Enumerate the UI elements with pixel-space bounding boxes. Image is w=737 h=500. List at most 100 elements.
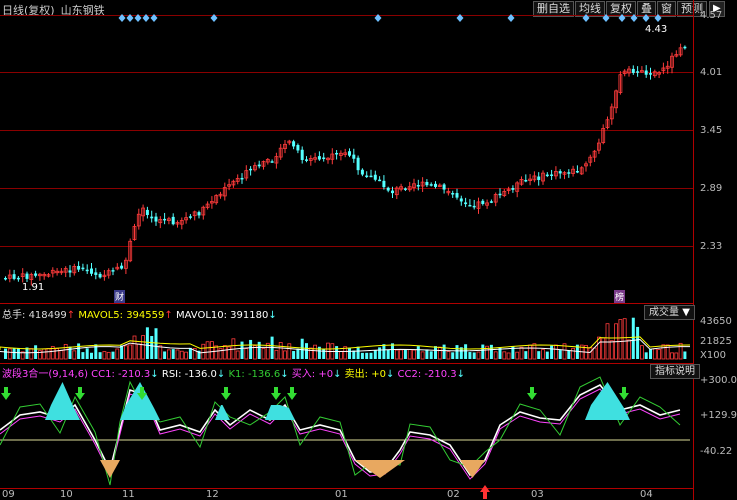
signal-diamond-icon xyxy=(456,14,464,22)
candle-body xyxy=(386,187,390,191)
candle-body xyxy=(567,172,571,174)
overbought-fill xyxy=(265,405,295,420)
axis-divider xyxy=(693,0,694,500)
volume-bar xyxy=(670,352,674,360)
date-label: 04 xyxy=(640,489,653,500)
volume-bar xyxy=(493,351,498,360)
volume-bar xyxy=(588,347,593,360)
candle-body xyxy=(300,149,304,160)
candle-body xyxy=(365,175,369,178)
candle-body xyxy=(81,267,85,270)
date-label: 11 xyxy=(122,489,135,500)
indicator-tick: +300.0 xyxy=(700,375,737,386)
candle-body xyxy=(631,68,635,73)
sell-signal-arrow-icon xyxy=(619,387,629,400)
price-chart xyxy=(0,14,691,499)
volume-bar xyxy=(322,348,326,359)
candle-body xyxy=(434,183,437,187)
volume-bar xyxy=(81,352,85,359)
candle-body xyxy=(249,168,253,171)
sell-signal-arrow-icon xyxy=(271,387,281,400)
up-arrow-icon: ↑ xyxy=(164,310,173,321)
volume-bar xyxy=(528,344,532,360)
volume-bar xyxy=(274,349,279,360)
ma5-label: MAVOL5: xyxy=(78,310,123,321)
price-tick: 4.01 xyxy=(700,67,723,78)
candle-body xyxy=(545,174,549,177)
volume-bar xyxy=(141,335,146,360)
candle-body xyxy=(575,171,579,173)
volume-bar xyxy=(674,352,679,360)
volume-bar xyxy=(305,343,308,359)
candle-body xyxy=(644,70,648,75)
candle-body xyxy=(120,265,124,269)
candle-body xyxy=(25,273,29,279)
candle-body xyxy=(335,152,339,155)
volume-bar xyxy=(128,344,133,360)
volume-bar xyxy=(657,349,661,360)
volume-bar xyxy=(652,348,657,360)
volume-bar xyxy=(442,344,446,359)
candle-body xyxy=(16,277,20,280)
indicator-tick: -40.22 xyxy=(700,446,733,457)
volume-bar xyxy=(455,345,459,359)
indicator-help-button[interactable]: 指标说明 xyxy=(650,364,700,379)
volume-bar xyxy=(394,349,399,360)
volume-bar xyxy=(678,342,683,360)
volume-bar xyxy=(407,349,412,360)
volume-bar xyxy=(300,338,304,359)
financial-report-marker[interactable]: 财 xyxy=(114,290,126,303)
volume-bar xyxy=(85,348,89,359)
volume-bar xyxy=(446,351,451,360)
signal-diamond-icon xyxy=(618,14,626,22)
volume-bar xyxy=(184,351,189,360)
ma10-value: 391180 xyxy=(230,310,269,321)
volume-bar xyxy=(111,351,115,359)
candle-body xyxy=(550,174,554,176)
price-tick: 2.33 xyxy=(700,241,723,252)
volume-legend: 总手: 418499↑ MAVOL5: 394559↑ MAVOL10: 391… xyxy=(2,306,277,321)
candle-body xyxy=(163,218,167,221)
volume-bar xyxy=(102,351,107,360)
volume-bar xyxy=(592,347,597,360)
volume-bar xyxy=(98,352,102,359)
candle-body xyxy=(459,198,463,202)
volume-bar xyxy=(352,350,356,359)
volume-bar xyxy=(222,345,227,360)
volume-bar xyxy=(115,348,120,360)
volume-bar xyxy=(313,344,318,360)
volume-bar xyxy=(72,350,77,360)
volume-bar xyxy=(292,351,296,359)
volume-ma5-line xyxy=(0,336,691,350)
volume-bar xyxy=(136,343,141,360)
volume-bar xyxy=(386,349,390,359)
volume-bar xyxy=(541,349,545,360)
volume-bar xyxy=(63,344,68,360)
volume-bar xyxy=(150,335,154,359)
sell-signal-arrow-icon xyxy=(75,387,85,400)
volume-indicator-button[interactable]: 成交量 ▼ xyxy=(644,305,695,320)
candle-body xyxy=(416,185,420,187)
volume-bar xyxy=(369,352,373,359)
volume-bar xyxy=(235,350,240,360)
volume-bar xyxy=(12,348,16,359)
candle-body xyxy=(292,141,296,147)
down-arrow-icon: ↓ xyxy=(456,369,466,380)
volume-bar xyxy=(348,347,351,359)
volume-tick: 43650 xyxy=(700,316,732,327)
signal-diamond-icon xyxy=(142,14,150,22)
candle-body xyxy=(468,204,472,207)
candle-body xyxy=(317,156,321,160)
ma5-value: 394559 xyxy=(126,310,165,321)
volume-value: 418499 xyxy=(28,310,67,321)
candle-body xyxy=(68,270,72,273)
date-label: 01 xyxy=(335,489,348,500)
volume-bar xyxy=(425,349,429,359)
volume-bar xyxy=(489,344,493,359)
date-label: 03 xyxy=(531,489,544,500)
volume-bar xyxy=(519,346,524,360)
ranking-marker[interactable]: 榜 xyxy=(614,290,626,303)
volume-bar xyxy=(163,351,167,359)
candle-body xyxy=(558,171,562,174)
cc2-value: CC2: -210.3 xyxy=(397,369,457,380)
